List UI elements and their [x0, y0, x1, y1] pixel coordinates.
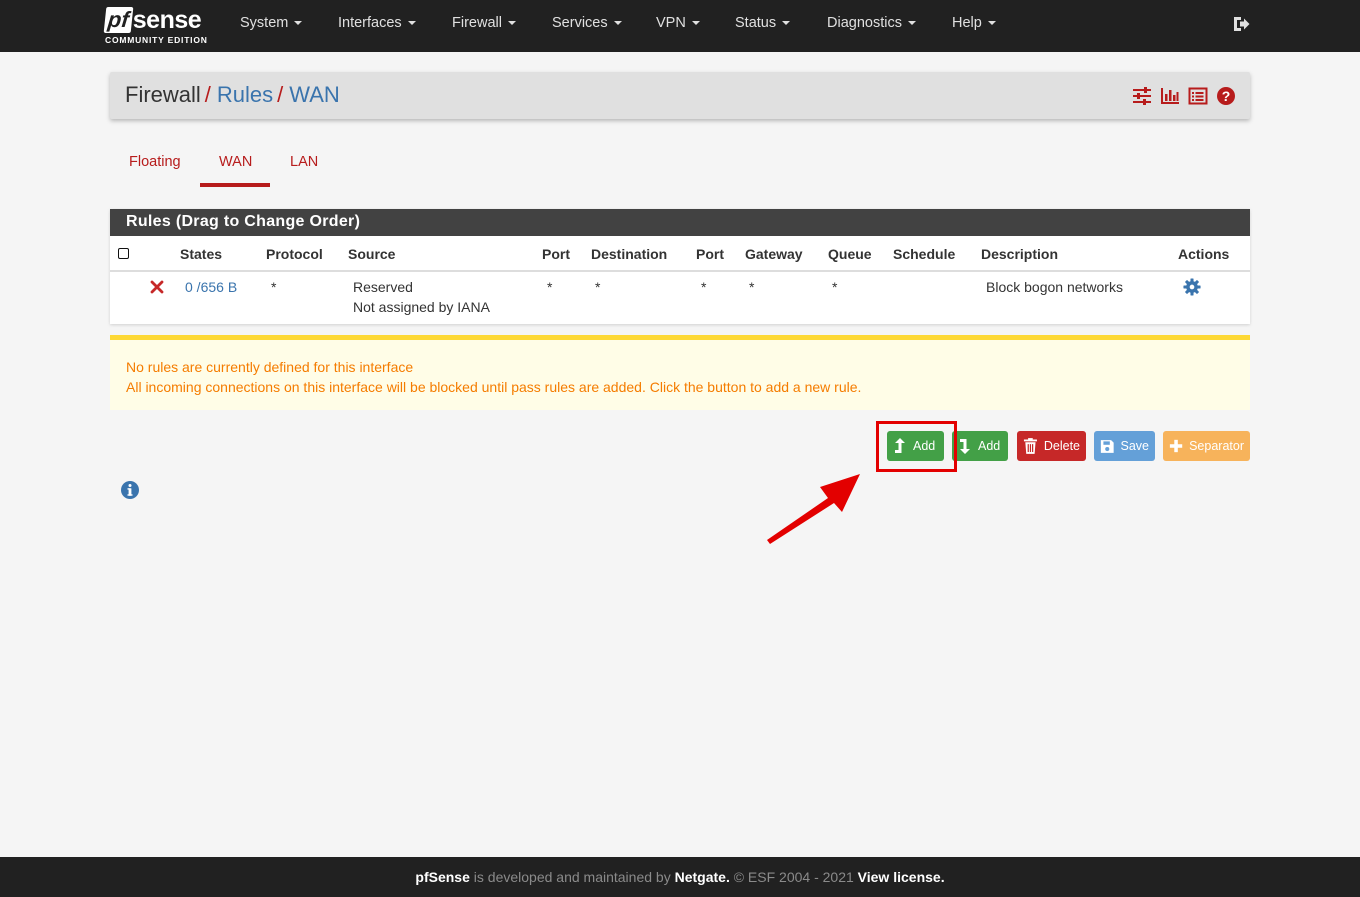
add-bottom-label: Add	[978, 439, 1001, 453]
description-value: Block bogon networks	[986, 279, 1123, 295]
caret-down-icon	[782, 21, 791, 26]
no-rules-warning: No rules are currently defined for this …	[110, 335, 1250, 410]
top-navbar: pf sense COMMUNITY EDITION System Interf…	[0, 0, 1360, 52]
logo-wordmark: pf sense	[103, 5, 202, 35]
nav-label: Firewall	[452, 15, 502, 31]
nav-label: VPN	[656, 15, 686, 31]
column-header-queue: Queue	[828, 246, 872, 262]
nav-help[interactable]: Help	[952, 15, 996, 31]
logo-edition: COMMUNITY EDITION	[105, 35, 208, 45]
arrow-turn-down-icon	[960, 439, 970, 454]
svg-text:?: ?	[1222, 88, 1231, 104]
pfsense-logo[interactable]: pf sense COMMUNITY EDITION	[103, 5, 215, 47]
breadcrumb-wan[interactable]: WAN	[289, 82, 340, 107]
save-floppy-icon	[1100, 439, 1114, 453]
warning-line-2: All incoming connections on this interfa…	[126, 379, 862, 395]
breadcrumb: Firewall / Rules / WAN	[125, 82, 340, 108]
caret-down-icon	[691, 21, 700, 26]
nav-firewall[interactable]: Firewall	[452, 15, 516, 31]
logo-pf: pf	[103, 7, 134, 33]
sign-out-icon[interactable]	[1231, 14, 1251, 34]
header-divider	[110, 270, 1250, 272]
footer-text: is developed and maintained by	[469, 869, 675, 885]
plus-icon	[1169, 439, 1183, 453]
annotation-highlight-box	[876, 421, 957, 472]
nav-label: Diagnostics	[827, 15, 902, 31]
source-detail: Not assigned by IANA	[353, 299, 490, 315]
nav-diagnostics[interactable]: Diagnostics	[827, 15, 916, 31]
tab-floating[interactable]: Floating	[129, 154, 181, 170]
footer-copyright: © ESF 2004 - 2021	[729, 869, 858, 885]
column-header-gateway: Gateway	[745, 246, 803, 262]
trash-icon	[1023, 438, 1037, 454]
nav-label: Status	[735, 15, 777, 31]
nav-system[interactable]: System	[240, 15, 303, 31]
nav-services[interactable]: Services	[552, 15, 622, 31]
caret-down-icon	[907, 21, 916, 26]
warning-line-1: No rules are currently defined for this …	[126, 359, 414, 375]
column-header-destination: Destination	[591, 246, 668, 262]
source-value: Reserved	[353, 279, 413, 295]
caret-down-icon	[613, 21, 622, 26]
block-x-icon	[150, 280, 164, 294]
delete-label: Delete	[1043, 439, 1080, 453]
breadcrumb-rules[interactable]: Rules	[217, 82, 273, 107]
caret-down-icon	[294, 21, 303, 26]
breadcrumb-separator: /	[204, 82, 211, 107]
column-header-protocol: Protocol	[266, 246, 323, 262]
rules-panel-title: Rules (Drag to Change Order)	[110, 209, 1250, 236]
queue-value: *	[832, 279, 838, 295]
breadcrumb-separator: /	[277, 82, 284, 107]
footer-brand: pfSense	[415, 869, 470, 885]
tab-lan[interactable]: LAN	[290, 154, 318, 170]
save-label: Save	[1120, 439, 1150, 453]
save-button[interactable]: Save	[1094, 431, 1155, 461]
nav-status[interactable]: Status	[735, 15, 791, 31]
footer-netgate-link[interactable]: Netgate.	[675, 869, 730, 885]
select-all-checkbox[interactable]	[118, 248, 129, 259]
logo-sense: sense	[132, 6, 202, 34]
nav-label: System	[240, 15, 289, 31]
separator-button[interactable]: Separator	[1163, 431, 1250, 461]
nav-interfaces[interactable]: Interfaces	[338, 15, 416, 31]
page-header: Firewall / Rules / WAN ?	[110, 72, 1250, 119]
info-icon[interactable]	[120, 480, 140, 500]
column-header-source-port: Port	[542, 246, 570, 262]
column-header-description: Description	[981, 246, 1059, 262]
active-tab-indicator	[200, 183, 270, 187]
nav-label: Interfaces	[338, 15, 402, 31]
caret-down-icon	[987, 21, 996, 26]
delete-button[interactable]: Delete	[1017, 431, 1086, 461]
column-header-actions: Actions	[1178, 246, 1230, 262]
column-header-source: Source	[348, 246, 396, 262]
separator-label: Separator	[1189, 439, 1244, 453]
caret-down-icon	[407, 21, 416, 26]
tab-wan[interactable]: WAN	[219, 154, 252, 170]
destination-value: *	[595, 279, 601, 295]
sliders-icon[interactable]	[1132, 86, 1152, 106]
nav-label: Services	[552, 15, 608, 31]
footer-license-link[interactable]: View license.	[858, 869, 945, 885]
annotation-arrow-icon	[767, 474, 860, 544]
nav-vpn[interactable]: VPN	[656, 15, 700, 31]
gear-icon[interactable]	[1183, 278, 1201, 296]
footer: pfSense is developed and maintained by N…	[0, 857, 1360, 897]
column-header-dest-port: Port	[696, 246, 724, 262]
column-header-schedule: Schedule	[893, 246, 956, 262]
caret-down-icon	[507, 21, 516, 26]
question-circle-icon[interactable]: ?	[1216, 86, 1236, 106]
gateway-value: *	[749, 279, 755, 295]
add-rule-bottom-button[interactable]: Add	[952, 431, 1008, 461]
nav-label: Help	[952, 15, 982, 31]
column-header-states: States	[180, 246, 223, 262]
states-link[interactable]: 0 /656 B	[185, 279, 237, 295]
rules-panel: Rules (Drag to Change Order) States Prot…	[110, 209, 1250, 324]
dest-port-value: *	[701, 279, 707, 295]
header-icons: ?	[1132, 86, 1236, 106]
source-port-value: *	[547, 279, 553, 295]
bar-chart-icon[interactable]	[1160, 86, 1180, 106]
protocol-value: *	[271, 279, 277, 295]
breadcrumb-firewall: Firewall	[125, 82, 201, 107]
list-icon[interactable]	[1188, 86, 1208, 106]
